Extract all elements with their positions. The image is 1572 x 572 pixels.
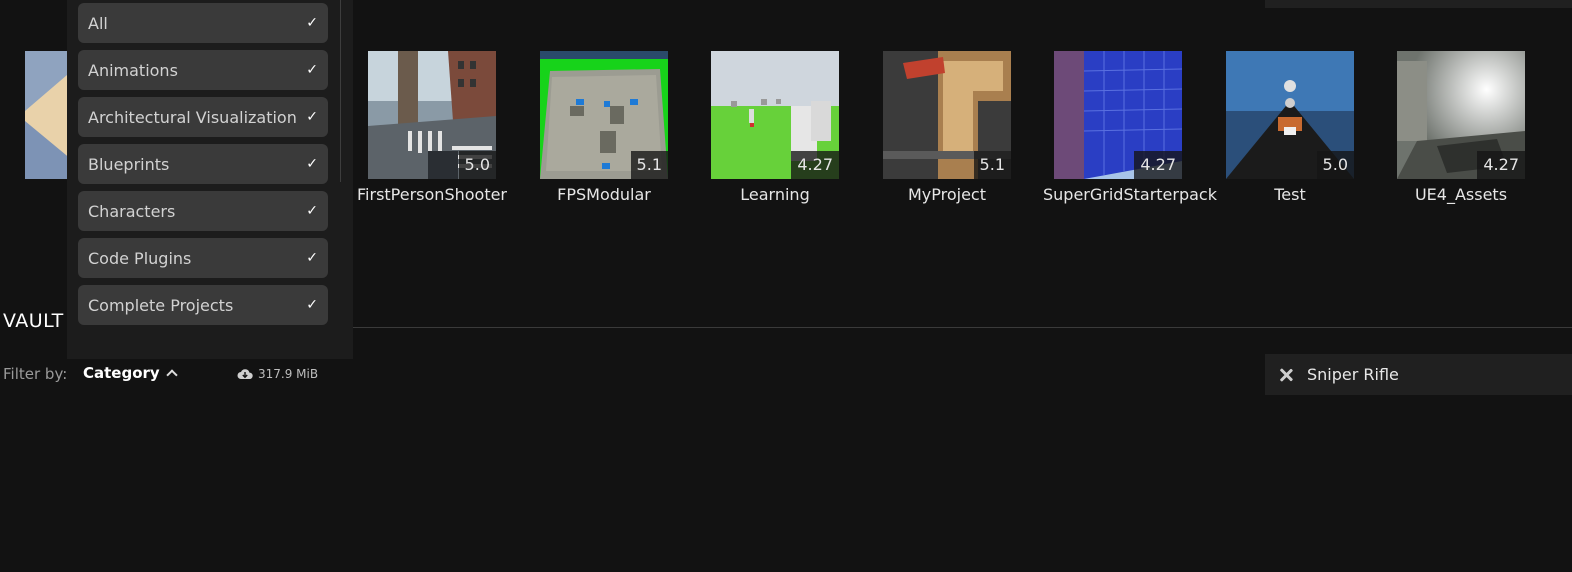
project-name: Test [1274,185,1306,204]
category-option-architectural-visualization[interactable]: Architectural Visualization ✓ [78,97,328,137]
engine-version-badge: 5.1 [630,151,668,179]
category-option-label: Animations [88,60,178,80]
project-name: SuperGridStarterpack [1043,185,1217,204]
chevron-up-icon [166,369,178,381]
category-option-all[interactable]: All ✓ [78,3,328,43]
category-option-code-plugins[interactable]: Code Plugins ✓ [78,238,328,278]
project-name: FPSModular [557,185,651,204]
download-size-indicator: 317.9 MiB [237,367,318,381]
category-option-label: All [88,13,108,33]
project-thumbnail: 5.1 [540,51,668,179]
category-option-blueprints[interactable]: Blueprints ✓ [78,144,328,184]
category-option-label: Blueprints [88,154,170,174]
project-thumbnail: 4.27 [1397,51,1525,179]
checkmark-icon: ✓ [306,203,318,219]
category-option-characters[interactable]: Characters ✓ [78,191,328,231]
category-option-complete-projects[interactable]: Complete Projects ✓ [78,285,328,325]
category-dropdown: All ✓ Animations ✓ Architectural Visuali… [67,0,353,359]
project-card[interactable]: 5.1 FPSModular [529,51,679,211]
category-option-label: Architectural Visualization [88,107,297,127]
category-filter-label: Category [83,364,160,382]
project-card[interactable]: 5.1 MyProject [872,51,1022,211]
category-option-animations[interactable]: Animations ✓ [78,50,328,90]
filter-by-label: Filter by: [3,365,68,383]
project-thumbnail: 4.27 [711,51,839,179]
download-size-text: 317.9 MiB [258,367,319,381]
section-divider [353,327,1572,328]
checkmark-icon: ✓ [306,250,318,266]
category-option-label: Code Plugins [88,248,192,268]
project-card[interactable]: 4.27 Learning [700,51,850,211]
vault-section-title: VAULT [3,310,64,332]
project-thumbnail: 5.1 [883,51,1011,179]
project-name: FirstPersonShooter [357,185,508,204]
project-thumbnail: 5.0 [368,51,496,179]
project-card[interactable]: 4.27 SuperGridStarterpack [1043,51,1217,211]
checkmark-icon: ✓ [306,297,318,313]
cloud-download-icon [237,369,253,379]
search-chip-text: Sniper Rifle [1307,365,1399,384]
engine-version-badge: 4.27 [1134,151,1182,179]
search-filter-chip: Sniper Rifle [1265,354,1572,395]
scrollbar[interactable] [340,0,341,182]
close-icon[interactable] [1279,368,1293,382]
project-card[interactable]: 5.0 Test [1215,51,1365,211]
project-card[interactable]: 4.27 UE4_Assets [1386,51,1536,211]
category-option-label: Complete Projects [88,295,234,315]
checkmark-icon: ✓ [306,62,318,78]
engine-version-badge: 4.27 [1477,151,1525,179]
engine-version-badge: 5.0 [1316,151,1354,179]
engine-version-badge: 4.27 [791,151,839,179]
project-thumbnail: 5.0 [1226,51,1354,179]
checkmark-icon: ✓ [306,15,318,31]
project-name: UE4_Assets [1414,185,1508,204]
category-option-label: Characters [88,201,176,221]
project-name: Learning [740,185,810,204]
project-name: MyProject [907,185,986,204]
engine-version-badge: 5.0 [458,151,496,179]
category-filter-toggle[interactable]: Category [83,364,178,382]
engine-version-badge: 5.1 [973,151,1011,179]
search-bar-edge [1265,0,1572,8]
project-thumbnail: 4.27 [1054,51,1182,179]
checkmark-icon: ✓ [306,156,318,172]
project-card[interactable]: 5.0 FirstPersonShooter [357,51,507,211]
checkmark-icon: ✓ [306,109,318,125]
